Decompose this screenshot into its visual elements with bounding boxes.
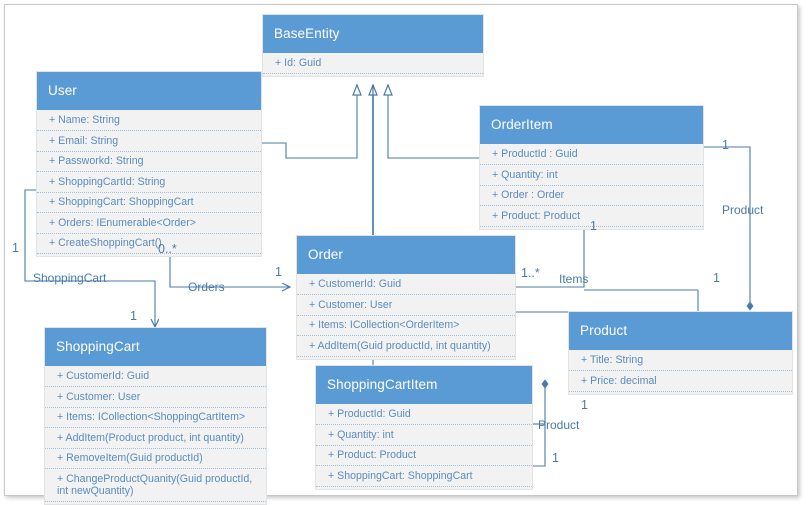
class-member: + ShoppingCart: ShoppingCart — [316, 466, 532, 487]
class-member: + Id: Guid — [263, 54, 483, 74]
edge-label-product-role-bottom: Product — [538, 418, 580, 432]
edge-label-product-role-top: Product — [722, 203, 764, 217]
class-name-shopping-cart: ShoppingCart — [45, 328, 266, 366]
class-member: + Title: String — [569, 351, 792, 371]
multiplicity-user-orders: 0..* — [158, 242, 177, 256]
class-member: + ShoppingCartId: String — [37, 172, 261, 193]
class-members-order: + CustomerId: Guid + Customer: User + It… — [297, 273, 515, 359]
class-member: + Customer: User — [297, 295, 515, 316]
class-member: + Price: decimal — [569, 371, 792, 392]
class-members-base-entity: + Id: Guid — [263, 52, 483, 76]
class-member: + AddItem(Product product, int quantity) — [45, 428, 266, 449]
class-member: + Items: ICollection<OrderItem> — [297, 316, 515, 336]
class-member: + ProductId : Guid — [480, 145, 703, 165]
class-members-user: + Name: String + Email: String + Passwor… — [37, 109, 261, 256]
class-box-shopping-cart-item[interactable]: ShoppingCartItem + ProductId: Guid + Qua… — [315, 365, 533, 490]
multiplicity-cartitem-product-bottom: 1 — [552, 451, 559, 465]
class-member: + ShoppingCart: ShoppingCart — [37, 193, 261, 213]
multiplicity-order-left: 1 — [275, 265, 282, 279]
class-name-base-entity: BaseEntity — [263, 15, 483, 53]
class-name-order-item: OrderItem — [480, 106, 703, 144]
class-members-order-item: + ProductId : Guid + Quantity: int + Ord… — [480, 143, 703, 229]
class-members-product: + Title: String + Price: decimal — [569, 349, 792, 394]
edge-label-shoppingcart-role: ShoppingCart — [33, 271, 107, 285]
class-member: + AddItem(Guid productId, int quantity) — [297, 336, 515, 357]
class-member: + Items: ICollection<ShoppingCartItem> — [45, 408, 266, 428]
class-member: + Passworkd: String — [37, 152, 261, 172]
edge-label-orders-role: Orders — [188, 280, 225, 294]
multiplicity-orderitem-product: 1 — [590, 219, 597, 233]
class-member: + Name: String — [37, 111, 261, 131]
multiplicity-cartitem-product-top: 1 — [581, 398, 588, 412]
class-box-user[interactable]: User + Name: String + Email: String + Pa… — [36, 71, 262, 257]
multiplicity-product-right: 1 — [722, 138, 729, 152]
multiplicity-shoppingcart-one: 1 — [130, 309, 137, 323]
class-member: + CustomerId: Guid — [297, 275, 515, 295]
class-member: + Orders: IEnumerable<Order> — [37, 213, 261, 234]
class-name-user: User — [37, 72, 261, 110]
class-members-shopping-cart: + CustomerId: Guid + Customer: User + It… — [45, 365, 266, 504]
class-box-order-item[interactable]: OrderItem + ProductId : Guid + Quantity:… — [479, 105, 704, 230]
class-member: + ProductId: Guid — [316, 405, 532, 425]
multiplicity-user-left: 1 — [12, 241, 19, 255]
class-member: + RemoveItem(Guid productId) — [45, 449, 266, 469]
class-name-shopping-cart-item: ShoppingCartItem — [316, 366, 532, 404]
class-member: + CustomerId: Guid — [45, 367, 266, 387]
edge-label-items-role: Items — [559, 272, 589, 286]
class-member: + Quantity: int — [480, 165, 703, 186]
class-name-order: Order — [297, 236, 515, 274]
class-box-product[interactable]: Product + Title: String + Price: decimal — [568, 311, 793, 395]
class-member: + ChangeProductQuanity(Guid productId, i… — [45, 469, 266, 502]
class-box-order[interactable]: Order + CustomerId: Guid + Customer: Use… — [296, 235, 516, 360]
class-member: + Email: String — [37, 131, 261, 152]
class-member: + Customer: User — [45, 387, 266, 408]
class-members-shopping-cart-item: + ProductId: Guid + Quantity: int + Prod… — [316, 403, 532, 489]
class-member: + Order : Order — [480, 186, 703, 206]
class-box-shopping-cart[interactable]: ShoppingCart + CustomerId: Guid + Custom… — [44, 327, 267, 505]
multiplicity-order-items: 1..* — [521, 266, 540, 280]
class-box-base-entity[interactable]: BaseEntity + Id: Guid — [262, 14, 484, 77]
diagram-canvas: BaseEntity + Id: Guid User + Name: Strin… — [0, 0, 810, 505]
class-member: + Quantity: int — [316, 425, 532, 446]
class-member: + CreateShoppingCart() — [37, 234, 261, 254]
class-member: + Product: Product — [316, 446, 532, 466]
multiplicity-product-mid: 1 — [713, 271, 720, 285]
class-name-product: Product — [569, 312, 792, 350]
